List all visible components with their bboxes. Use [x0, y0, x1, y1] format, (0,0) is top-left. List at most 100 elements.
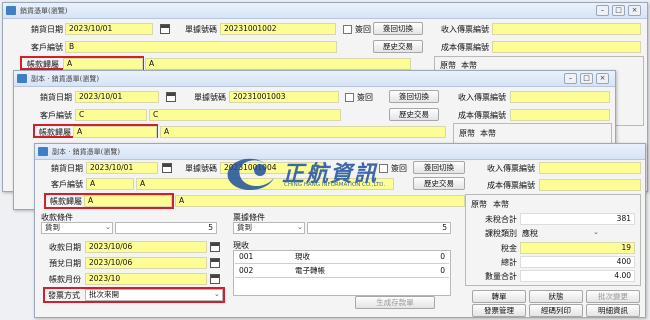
qty-total-label: 數量合計 — [485, 272, 517, 281]
cost-voucher-field[interactable] — [539, 179, 641, 191]
doc-no-field[interactable]: 20231001004 — [220, 162, 324, 174]
sale-date-label: 銷貨日期 — [40, 93, 72, 102]
list-item[interactable]: 001 現收 0 — [235, 251, 449, 264]
batch-change-button[interactable]: 批次變更 — [586, 290, 640, 303]
list-item[interactable]: 002 電子轉帳 0 — [235, 265, 449, 278]
app-icon — [38, 147, 48, 156]
sale-date-label: 銷貨日期 — [51, 164, 83, 173]
total-label: 總計 — [501, 258, 517, 267]
switch-button[interactable]: 簽回切換 — [373, 22, 423, 35]
maximize-icon[interactable]: □ — [580, 73, 593, 84]
invoice-management-button[interactable]: 發票管理 — [472, 304, 526, 317]
account-name-field[interactable]: A — [145, 58, 411, 70]
account-code-field[interactable]: A — [84, 195, 172, 207]
history-button[interactable]: 歷史交易 — [413, 177, 465, 190]
status-button[interactable]: 狀態 — [529, 290, 583, 303]
window-title: 銷貨憑單(瀏覽) — [20, 7, 68, 15]
close-icon[interactable]: × — [628, 5, 641, 16]
doc-no-field[interactable]: 20231001002 — [220, 23, 336, 35]
sale-date-label: 銷貨日期 — [31, 25, 63, 34]
sale-date-field[interactable]: 2023/10/01 — [86, 162, 158, 174]
collect-term-select[interactable]: 貨到 — [41, 222, 113, 234]
row-amount: 0 — [440, 252, 445, 261]
generate-deposit-button[interactable]: 生成存款單 — [355, 296, 435, 309]
currency-label: 原幣 — [471, 200, 487, 209]
doc-no-label: 單據號碼 — [185, 164, 217, 173]
switch-button[interactable]: 簽回切換 — [413, 161, 465, 174]
tax-label: 稅金 — [501, 244, 517, 253]
customer-name-field[interactable]: C — [149, 109, 341, 121]
cost-voucher-field[interactable] — [510, 109, 610, 121]
maximize-icon[interactable]: □ — [612, 5, 625, 16]
invoice-method-select[interactable]: 批次來開 — [85, 289, 223, 301]
app-icon — [6, 6, 16, 15]
due-date-field[interactable]: 2023/10/06 — [85, 257, 207, 269]
calendar-icon[interactable] — [210, 258, 220, 268]
calendar-icon[interactable] — [210, 242, 220, 252]
void-label: 簽回 — [357, 93, 373, 102]
income-voucher-field[interactable] — [539, 162, 641, 174]
collect-date-label: 收款日期 — [49, 243, 81, 252]
account-name-field[interactable]: A — [175, 195, 465, 207]
row-name: 現收 — [295, 252, 310, 261]
void-checkbox[interactable] — [343, 25, 352, 34]
tax-type-label: 課稅類別 — [485, 229, 517, 238]
invoice-method-label: 發票方式 — [48, 291, 80, 300]
detail-info-button[interactable]: 明細資訊 — [586, 304, 640, 317]
doc-no-label: 單據號碼 — [185, 25, 217, 34]
history-button[interactable]: 歷史交易 — [373, 40, 423, 53]
currency-value: 本幣 — [480, 129, 496, 138]
calendar-icon[interactable] — [210, 274, 220, 284]
void-checkbox[interactable] — [379, 164, 388, 173]
customer-no-label: 客戶編號 — [31, 43, 63, 52]
cost-voucher-label: 成本傳票編號 — [458, 111, 506, 120]
row-no: 001 — [239, 252, 254, 261]
close-icon[interactable]: × — [596, 73, 609, 84]
collect-days-field[interactable]: 5 — [115, 222, 217, 234]
sales-window-3: 副本 · 銷貨憑單(瀏覽) 銷貨日期 2023/10/01 單據號碼 20231… — [34, 143, 646, 318]
transfer-button[interactable]: 轉單 — [472, 290, 526, 303]
invoice-term-select[interactable]: 貨到 — [233, 222, 305, 234]
untaxed-value: 381 — [520, 213, 635, 225]
customer-name-field[interactable]: A — [136, 178, 394, 190]
doc-no-field[interactable]: 20231001003 — [229, 91, 339, 103]
sale-date-field[interactable]: 2023/10/01 — [75, 91, 159, 103]
switch-button[interactable]: 簽回切換 — [389, 90, 439, 103]
income-voucher-field[interactable] — [510, 91, 610, 103]
calendar-icon[interactable] — [160, 24, 170, 34]
customer-no-field[interactable]: B — [65, 41, 337, 53]
minimize-icon[interactable]: – — [596, 5, 609, 16]
invoice-days-field[interactable]: 5 — [307, 222, 451, 234]
row-no: 002 — [239, 266, 254, 275]
account-code-field[interactable]: A — [63, 58, 143, 70]
tax-value[interactable]: 19 — [520, 242, 635, 254]
untaxed-label: 未稅合計 — [485, 215, 517, 224]
account-code-field[interactable]: A — [73, 126, 157, 138]
account-name-field[interactable]: A — [160, 126, 446, 138]
print-button[interactable]: 經碼列印 — [529, 304, 583, 317]
account-month-field[interactable]: 2023/10 — [85, 273, 207, 285]
title-bar: 副本 · 銷貨憑單(瀏覽) — [35, 144, 645, 160]
window-title: 副本 · 銷貨憑單(瀏覽) — [31, 75, 100, 83]
calendar-icon[interactable] — [166, 92, 176, 102]
due-date-label: 預兌日期 — [49, 259, 81, 268]
chevron-down-icon: ⌄ — [593, 228, 599, 236]
sale-date-field[interactable]: 2023/10/01 — [65, 23, 153, 35]
calendar-icon[interactable] — [162, 163, 172, 173]
customer-no-label: 客戶編號 — [51, 180, 83, 189]
title-bar: 銷貨憑單(瀏覽) – □ × — [3, 3, 647, 19]
currency-label: 原幣 — [459, 129, 475, 138]
customer-no-field[interactable]: C — [75, 109, 147, 121]
collect-date-field[interactable]: 2023/10/06 — [85, 241, 207, 253]
history-button[interactable]: 歷史交易 — [389, 108, 439, 121]
income-voucher-field[interactable] — [492, 23, 641, 35]
qty-total-value: 4.00 — [520, 270, 635, 282]
customer-no-field[interactable]: A — [86, 178, 134, 190]
minimize-icon[interactable]: – — [564, 73, 577, 84]
account-label: 帳款歸屬 — [39, 128, 71, 137]
currency-value: 本幣 — [493, 200, 509, 209]
void-checkbox[interactable] — [345, 93, 354, 102]
cost-voucher-field[interactable] — [492, 41, 641, 53]
title-bar: 副本 · 銷貨憑單(瀏覽) – □ × — [14, 71, 615, 87]
income-voucher-label: 收入傳票編號 — [458, 93, 506, 102]
